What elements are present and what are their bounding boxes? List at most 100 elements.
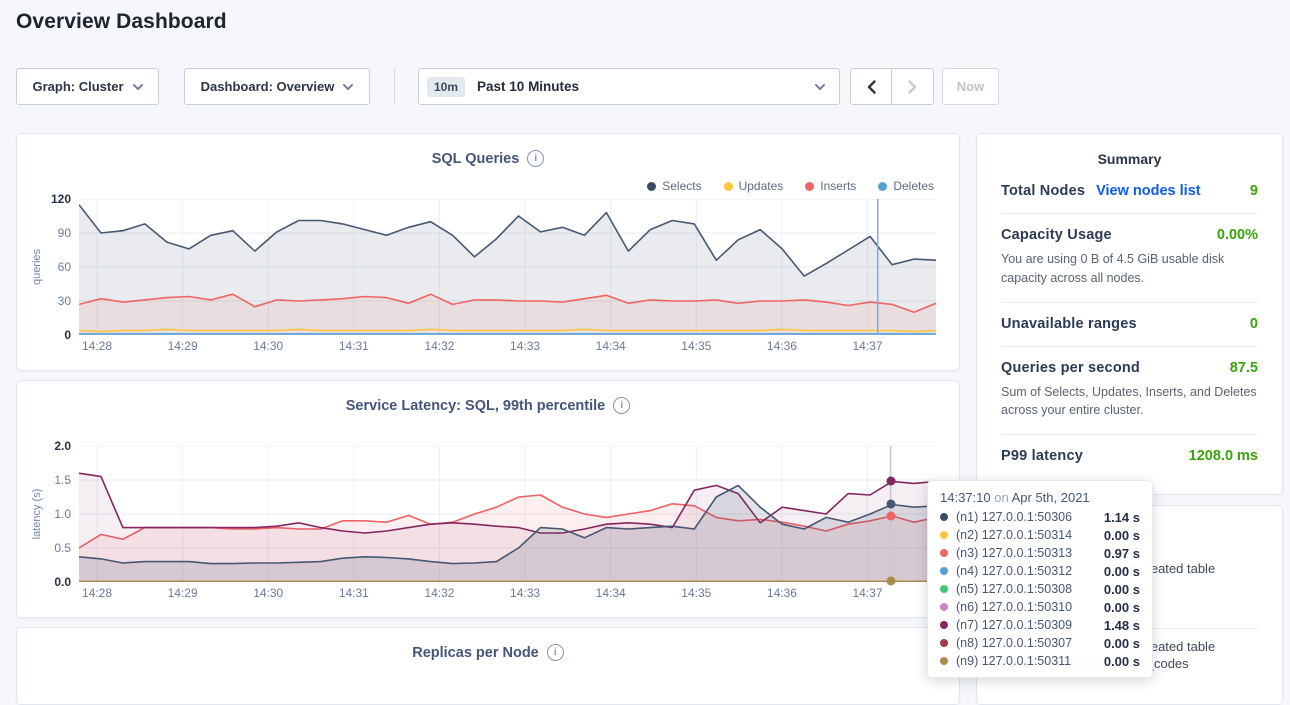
- tooltip-node-value: 1.14 s: [1104, 510, 1140, 525]
- dashboard-dropdown[interactable]: Dashboard: Overview: [184, 68, 370, 105]
- x-axis-tick-label: 14:34: [587, 339, 635, 353]
- series-color-dot: [940, 603, 948, 611]
- crosshair-value-dot: [886, 500, 895, 509]
- tooltip-node-value: 0.00 s: [1104, 600, 1140, 615]
- x-axis-tick-label: 14:37: [844, 586, 892, 600]
- x-axis-tick-label: 14:36: [758, 339, 806, 353]
- tooltip-node-address: (n5) 127.0.0.1:50308: [956, 582, 1072, 596]
- time-range-badge: 10m: [427, 77, 465, 97]
- tooltip-node-row: (n7) 127.0.0.1:503091.48 s: [940, 616, 1140, 634]
- x-axis-tick-label: 14:36: [758, 586, 806, 600]
- service-latency-plot-area[interactable]: [79, 446, 936, 582]
- legend-item-updates[interactable]: Updates: [724, 179, 784, 193]
- tooltip-node-address: (n8) 127.0.0.1:50307: [956, 636, 1072, 650]
- chart-title: Service Latency: SQL, 99th percentile i: [17, 397, 959, 414]
- summary-row-label: Total Nodes: [1001, 183, 1085, 199]
- chevron-down-icon: [133, 84, 143, 90]
- summary-row: Queries per second87.5Sum of Selects, Up…: [1001, 346, 1258, 435]
- x-axis-tick-label: 14:30: [244, 586, 292, 600]
- legend-item-deletes[interactable]: Deletes: [878, 179, 934, 193]
- tooltip-node-value: 0.00 s: [1104, 654, 1140, 669]
- x-axis-tick-label: 14:31: [330, 586, 378, 600]
- summary-row: Total NodesView nodes list9: [1001, 170, 1258, 213]
- graph-dropdown-label: Graph: Cluster: [32, 79, 123, 94]
- sql-queries-chart-panel: SQL Queries i Selects Updates Inserts Delet…: [16, 133, 960, 371]
- chart-title-text: Replicas per Node: [412, 645, 539, 661]
- series-color-dot: [940, 567, 948, 575]
- chart-hover-tooltip: 14:37:10 on Apr 5th, 2021 (n1) 127.0.0.1…: [927, 480, 1153, 678]
- tooltip-node-address: (n2) 127.0.0.1:50314: [956, 528, 1072, 542]
- now-button[interactable]: Now: [942, 68, 999, 105]
- time-range-label: Past 10 Minutes: [477, 79, 579, 94]
- crosshair-value-dot: [886, 512, 895, 521]
- x-axis-tick-label: 14:31: [330, 339, 378, 353]
- tooltip-node-row: (n8) 127.0.0.1:50307 0.00 s: [940, 634, 1140, 652]
- x-axis-tick-label: 14:28: [73, 586, 121, 600]
- legend-label: Updates: [739, 179, 784, 193]
- series-color-dot: [940, 621, 948, 629]
- summary-row-label: Unavailable ranges: [1001, 316, 1137, 332]
- replicas-per-node-chart-panel: Replicas per Node i: [16, 627, 960, 705]
- summary-row-value: 0.00%: [1217, 227, 1258, 243]
- series-color-dot: [940, 531, 948, 539]
- chart-title: SQL Queries i: [17, 150, 959, 167]
- legend-dot: [647, 182, 656, 191]
- legend-label: Selects: [662, 179, 701, 193]
- y-axis-tick-label: 120: [25, 192, 71, 206]
- tooltip-node-address: (n4) 127.0.0.1:50312: [956, 564, 1072, 578]
- summary-row-label: Queries per second: [1001, 360, 1140, 376]
- summary-panel: Summary Total NodesView nodes list9Capac…: [976, 133, 1283, 495]
- time-range-picker[interactable]: 10m Past 10 Minutes: [418, 68, 840, 105]
- chart-svg: [79, 199, 936, 335]
- y-axis-tick-label: 0.5: [25, 541, 71, 555]
- view-nodes-list-link[interactable]: View nodes list: [1096, 183, 1201, 199]
- sql-queries-plot-area[interactable]: [79, 199, 936, 335]
- x-axis-tick-label: 14:37: [844, 339, 892, 353]
- tooltip-node-address: (n3) 127.0.0.1:50313: [956, 546, 1072, 560]
- graph-dropdown[interactable]: Graph: Cluster: [16, 68, 159, 105]
- page-title: Overview Dashboard: [16, 10, 227, 34]
- legend-label: Deletes: [893, 179, 934, 193]
- info-icon[interactable]: i: [547, 644, 564, 661]
- info-icon[interactable]: i: [527, 150, 544, 167]
- chart-svg: [79, 446, 936, 582]
- summary-title: Summary: [977, 134, 1282, 170]
- crosshair-value-dot: [886, 576, 895, 585]
- y-axis-tick-label: 2.0: [25, 439, 71, 453]
- time-step-buttons: [850, 68, 934, 105]
- time-prev-button[interactable]: [850, 68, 892, 105]
- dashboard-dropdown-label: Dashboard: Overview: [201, 79, 335, 94]
- legend-item-selects[interactable]: Selects: [647, 179, 701, 193]
- summary-row-label: Capacity Usage: [1001, 227, 1112, 243]
- legend-label: Inserts: [820, 179, 856, 193]
- info-icon[interactable]: i: [613, 397, 630, 414]
- summary-row: P99 latency1208.0 ms: [1001, 434, 1258, 478]
- tooltip-node-address: (n9) 127.0.0.1:50311: [956, 654, 1071, 668]
- tooltip-node-address: (n1) 127.0.0.1:50306: [956, 510, 1072, 524]
- legend-item-inserts[interactable]: Inserts: [805, 179, 856, 193]
- tooltip-node-row: (n1) 127.0.0.1:50306 1.14 s: [940, 508, 1140, 526]
- chart-title-text: SQL Queries: [432, 151, 520, 167]
- tooltip-node-value: 0.00 s: [1104, 564, 1140, 579]
- tooltip-node-value: 1.48 s: [1104, 618, 1140, 633]
- tooltip-node-row: (n3) 127.0.0.1:50313 0.97 s: [940, 544, 1140, 562]
- time-next-button[interactable]: [892, 68, 934, 105]
- tooltip-node-address: (n6) 127.0.0.1:50310: [956, 600, 1072, 614]
- chevron-right-icon: [908, 80, 917, 94]
- tooltip-node-value: 0.00 s: [1104, 636, 1140, 651]
- tooltip-node-value: 0.00 s: [1104, 582, 1140, 597]
- service-latency-chart-panel: Service Latency: SQL, 99th percentile i …: [16, 380, 960, 618]
- x-axis-tick-label: 14:32: [415, 339, 463, 353]
- chevron-left-icon: [867, 80, 876, 94]
- summary-row: Capacity Usage0.00%You are using 0 B of …: [1001, 213, 1258, 302]
- series-color-dot: [940, 549, 948, 557]
- series-color-dot: [940, 513, 948, 521]
- tooltip-node-value: 0.97 s: [1104, 546, 1140, 561]
- x-axis-tick-label: 14:33: [501, 339, 549, 353]
- summary-rows: Total NodesView nodes list9Capacity Usag…: [977, 170, 1282, 478]
- tooltip-time: 14:37:10: [940, 490, 991, 505]
- series-color-dot: [940, 639, 948, 647]
- x-axis-tick-label: 14:29: [159, 586, 207, 600]
- chevron-down-icon: [343, 84, 353, 90]
- tooltip-node-row: (n4) 127.0.0.1:50312 0.00 s: [940, 562, 1140, 580]
